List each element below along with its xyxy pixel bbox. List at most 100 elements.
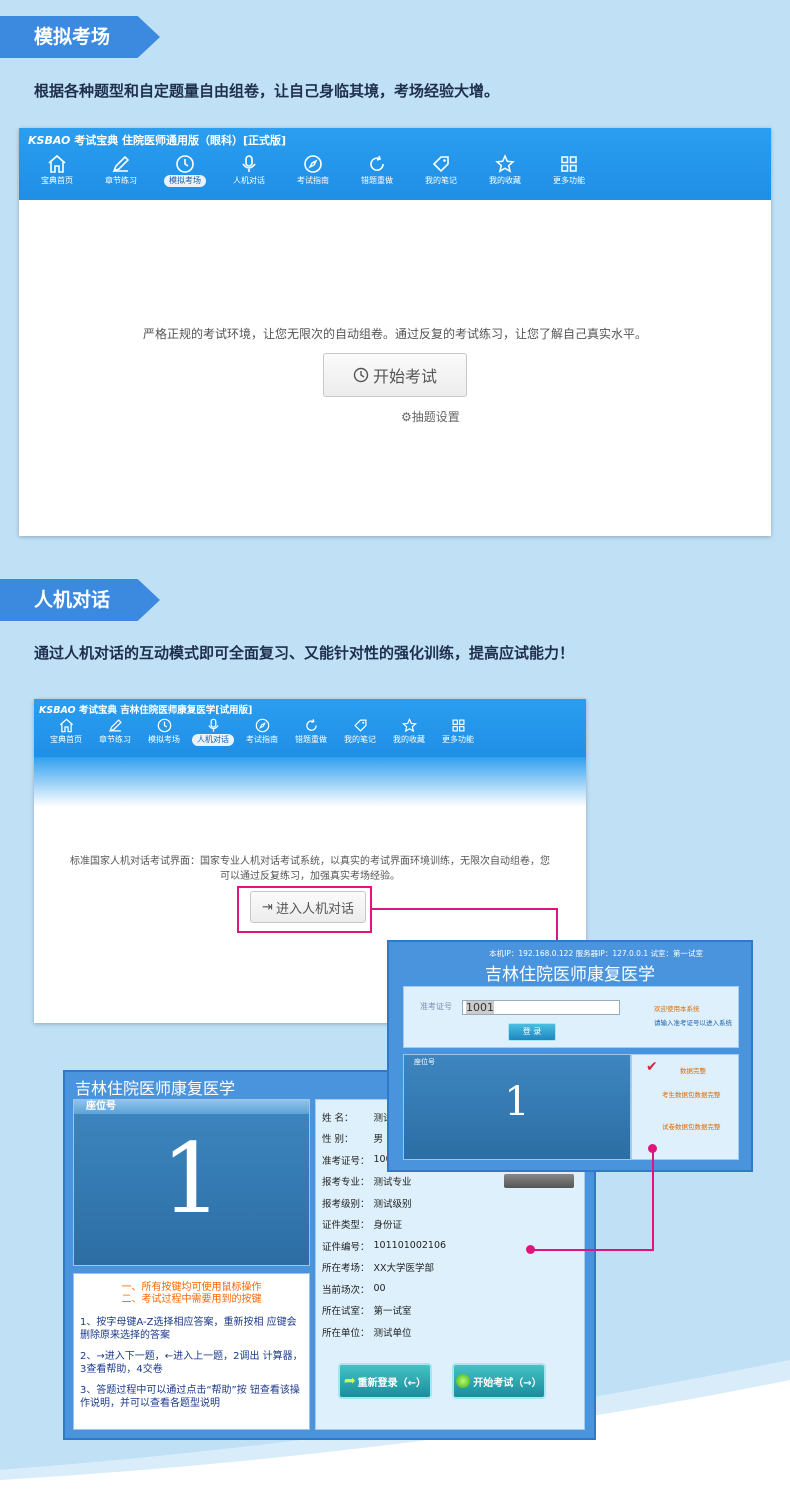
nav-item-grid[interactable]: 更多功能 [436,717,480,746]
info-value: 第一试室 [373,1306,412,1318]
seat-number: 1 [160,1123,223,1235]
login-seat-box: 座位号 1 [403,1054,631,1160]
nav-item-pencil[interactable]: 章节练习 [95,153,147,187]
info-key: 证件类型： [322,1220,370,1232]
start-exam-button[interactable]: 开始考试 [323,353,467,397]
green-circle-icon [456,1374,471,1388]
question-settings-link[interactable]: ⚙抽题设置 [401,408,460,425]
compass-icon [255,718,269,733]
nav-label: 我的笔记 [425,176,457,185]
nav-label: 章节练习 [99,735,131,744]
seat-box: 座位号 1 [73,1099,310,1266]
main-nav: 宝典首页 章节练习 模拟考场 人机对话 考试指南 错题重做 我的笔记 我的收藏 更多功能 [31,153,595,187]
rule-1: 1、按字母键A-Z选择相应答案，重新按相 应键会删除原来选择的答案 [80,1317,297,1341]
enter-button-highlight [237,886,372,933]
status-data-complete: 数据完整 [680,1067,706,1075]
data-status-box: ✔ 数据完整 考生数据包数据完整 试卷数据包数据完整 [631,1054,739,1160]
app-header: KSBAO 考试宝典 吉林住院医师康复医学[试用版] 宝典首页 章节练习 模拟考场 人… [34,699,586,757]
nav-label: 模拟考场 [164,175,206,187]
nav-item-microphone[interactable]: 人机对话 [191,717,235,746]
connector-line [652,1148,654,1251]
info-value: 00 [373,1283,386,1295]
nav-label: 人机对话 [233,176,265,185]
compass-icon [304,155,322,173]
nav-item-compass[interactable]: 考试指南 [287,153,339,187]
info-key: 所在试室： [322,1306,370,1318]
rule-red-1: 一、所有按键均可使用鼠标操作 [121,1282,262,1293]
nav-item-microphone[interactable]: 人机对话 [223,153,275,187]
nav-item-home[interactable]: 宝典首页 [31,153,83,187]
nav-item-clock[interactable]: 模拟考场 [142,717,186,746]
tag-icon [353,719,367,732]
redo-arrow-icon: ➦ [343,1373,356,1389]
nav-item-pencil[interactable]: 章节练习 [93,717,137,746]
nav-label: 我的收藏 [489,176,521,185]
clock-icon [157,718,171,733]
connector-dot [526,1245,535,1254]
id-label: 准考证号 [420,1002,452,1011]
info-key: 当前场次： [322,1284,370,1296]
info-row: 报考级别： 测试级别 [320,1192,448,1214]
nav-label: 考试指南 [246,735,278,744]
info-value: 测试单位 [373,1327,412,1339]
star-icon [401,717,417,733]
pencil-icon [112,155,130,173]
nav-item-redo[interactable]: 错题重做 [351,153,403,187]
info-row: 报考专业： 测试专业 [320,1171,448,1193]
rule-3: 3、答题过程中可以通过点击“帮助”按 钮查看该操作说明，并可以查看各题型说明 [80,1385,300,1409]
info-key: 姓 名： [322,1112,354,1124]
clock-icon [353,367,369,383]
home-icon [59,718,73,733]
app-title: KSBAO 考试宝典 住院医师通用版（眼科）[正式版] [28,134,287,147]
relogin-button[interactable]: ➦ 重新登录（←） [338,1363,432,1399]
login-form: 准考证号 1001 登 录 欢迎使用本系统 请输入准考证号以进入系统 [403,986,739,1048]
login-button[interactable]: 登 录 [508,1023,556,1041]
nav-item-star[interactable]: 我的收藏 [387,717,431,746]
info-key: 证件编号： [322,1241,370,1253]
nav-item-grid[interactable]: 更多功能 [543,153,595,187]
section-heading-exam-room: 模拟考场 [0,16,160,58]
gear-icon: ⚙ [401,410,412,424]
nav-label: 考试指南 [297,176,329,185]
info-row: 所在单位： 测试单位 [320,1321,448,1343]
exam-screen-title: 吉林住院医师康复医学 [75,1079,236,1098]
nav-item-compass[interactable]: 考试指南 [240,717,284,746]
status-paper-package: 试卷数据包数据完整 [662,1123,721,1131]
clock-icon [176,155,194,173]
main-nav: 宝典首页 章节练习 模拟考场 人机对话 考试指南 错题重做 我的笔记 我的收藏 更多功能 [44,717,480,746]
welcome-text: 欢迎使用本系统 [654,1005,700,1013]
microphone-icon [207,718,219,732]
nav-item-redo[interactable]: 错题重做 [289,717,333,746]
login-seat-label: 座位号 [414,1058,435,1066]
connector-line [372,908,558,910]
info-row: 证件编号： 101101002106 [320,1235,448,1257]
rule-red-2: 二、考试过程中需要用到的按键 [121,1294,262,1305]
connector-dot [648,1144,657,1153]
nav-item-tag[interactable]: 我的笔记 [338,717,382,746]
nav-label: 更多功能 [442,735,474,744]
info-value: 身份证 [373,1220,403,1232]
redo-icon [370,155,384,171]
nav-label: 更多功能 [553,176,585,185]
info-row: 所在试室： 第一试室 [320,1300,448,1322]
seat-label: 座位号 [74,1100,309,1114]
pencil-icon [108,719,122,733]
start-exam-button-2[interactable]: 开始考试（→） [452,1363,546,1399]
nav-label: 人机对话 [192,734,234,746]
nav-item-star[interactable]: 我的收藏 [479,153,531,187]
info-row: 证件类型： 身份证 [320,1214,448,1236]
nav-item-clock[interactable]: 模拟考场 [159,153,211,187]
info-key: 所在考场： [322,1263,370,1275]
nav-item-home[interactable]: 宝典首页 [44,717,88,746]
nav-item-tag[interactable]: 我的笔记 [415,153,467,187]
photo-placeholder [504,1174,574,1188]
login-title: 吉林住院医师康复医学 [485,965,655,985]
header-gradient [34,757,586,807]
id-input[interactable]: 1001 [462,1000,620,1015]
info-key: 报考专业： [322,1177,370,1189]
info-key: 性 别： [322,1134,354,1146]
nav-label: 模拟考场 [148,735,180,744]
tag-icon [432,156,449,173]
nav-label: 宝典首页 [50,735,82,744]
nav-label: 章节练习 [105,176,137,185]
